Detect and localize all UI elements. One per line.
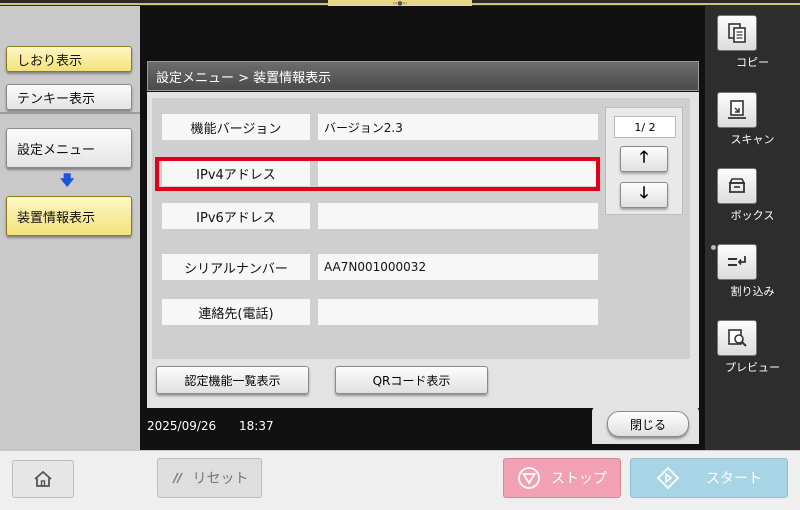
reset-label: リセット (192, 471, 249, 487)
row-label-contact-phone: 連絡先(電話) (162, 299, 310, 325)
row-value-serial-number: AA7N001000032 (318, 254, 598, 280)
scan-button[interactable] (717, 92, 757, 128)
qr-code-button[interactable]: QRコード表示 (335, 366, 488, 394)
row-label-ipv6: IPv6アドレス (162, 203, 310, 229)
interrupt-button[interactable] (717, 244, 757, 280)
home-button[interactable] (12, 460, 74, 498)
preview-label: プレビュー (725, 361, 780, 374)
interrupt-indicator-dot (711, 245, 716, 250)
copy-button[interactable] (717, 15, 757, 51)
row-value-contact-phone (318, 299, 598, 325)
preview-icon (728, 329, 747, 347)
interrupt-icon (728, 256, 746, 266)
cert-function-list-button[interactable]: 認定機能一覧表示 (156, 366, 309, 394)
status-time: 18:37 (239, 419, 274, 433)
stop-label: ストップ (551, 471, 607, 487)
page-indicator: 1/ 2 (614, 116, 676, 138)
copy-label: コピー (736, 56, 769, 69)
row-value-ipv6 (318, 203, 598, 229)
page-down-button[interactable]: 🡓 (620, 182, 668, 208)
scan-label: スキャン (730, 133, 775, 146)
reset-icon (171, 472, 183, 484)
arrow-up-icon: 🡑 (639, 146, 649, 166)
arrow-down-icon: 🡓 (639, 182, 649, 202)
row-label-serial-number: シリアルナンバー (162, 254, 310, 280)
bookmark-view-button[interactable]: しおり表示 (6, 46, 132, 72)
scan-icon (728, 100, 746, 119)
interrupt-label: 割り込み (730, 285, 775, 298)
box-label: ボックス (730, 209, 775, 222)
left-divider (0, 112, 140, 114)
settings-menu-button[interactable]: 設定メニュー (6, 128, 132, 168)
stop-button[interactable]: ストップ (503, 458, 621, 498)
box-icon (728, 178, 746, 193)
row-label-function-version: 機能バージョン (162, 114, 310, 140)
box-button[interactable] (717, 168, 757, 204)
copy-icon (728, 23, 746, 43)
start-label: スタート (706, 471, 762, 487)
down-arrow-icon: 🡇 (60, 173, 75, 189)
ipv4-highlight (155, 157, 600, 191)
stop-icon (518, 467, 540, 489)
start-button[interactable]: スタート (630, 458, 788, 498)
page-up-button[interactable]: 🡑 (620, 146, 668, 172)
start-icon (656, 466, 680, 490)
right-panel (705, 6, 800, 450)
device-info-button[interactable]: 装置情報表示 (6, 196, 132, 236)
tenkey-view-button[interactable]: テンキー表示 (6, 84, 132, 110)
breadcrumb: 設定メニュー > 装置情報表示 (147, 61, 699, 91)
home-icon (34, 470, 52, 487)
preview-button[interactable] (717, 320, 757, 356)
status-bar: 2025/09/26 18:37 (140, 408, 590, 443)
row-value-function-version: バージョン2.3 (318, 114, 598, 140)
reset-button[interactable]: リセット (157, 458, 262, 498)
close-button[interactable]: 閉じる (607, 411, 689, 437)
status-date: 2025/09/26 (147, 419, 217, 433)
